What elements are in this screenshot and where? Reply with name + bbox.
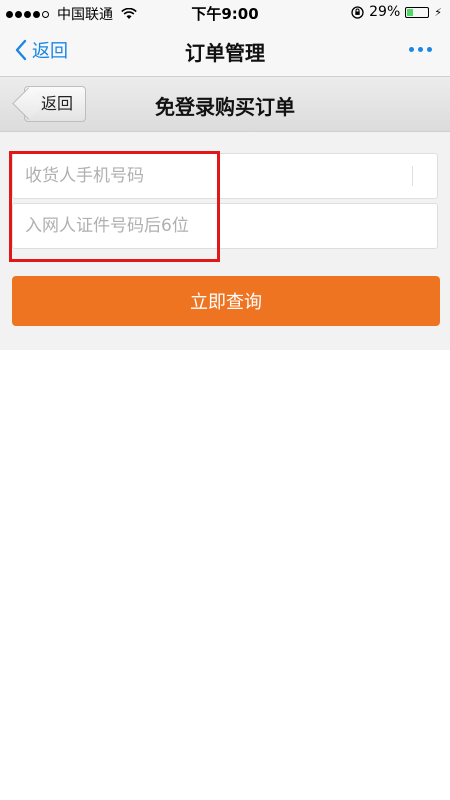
sub-back-label: 返回 bbox=[41, 94, 74, 113]
nav-bar: 返回 订单管理 bbox=[0, 24, 450, 77]
battery-icon bbox=[405, 6, 430, 18]
status-right: 29% ⚡ bbox=[351, 4, 442, 20]
battery-fill bbox=[407, 8, 414, 16]
more-dots-icon[interactable] bbox=[409, 47, 432, 52]
status-bar: 中国联通 下午9:00 29% ⚡ bbox=[0, 0, 450, 24]
sub-header: 返回 免登录购买订单 bbox=[0, 77, 450, 132]
query-button[interactable]: 立即查询 bbox=[12, 276, 440, 326]
battery-percent: 29% bbox=[369, 4, 401, 20]
page-title: 订单管理 bbox=[185, 41, 265, 65]
id-field-container bbox=[12, 203, 438, 249]
more-dot bbox=[418, 47, 423, 52]
charging-icon: ⚡ bbox=[434, 5, 442, 19]
rotation-lock-icon bbox=[351, 5, 364, 19]
more-dot bbox=[427, 47, 432, 52]
phone-field-container bbox=[12, 153, 438, 199]
phone-input[interactable] bbox=[13, 154, 437, 198]
field-divider bbox=[412, 166, 413, 186]
id-input[interactable] bbox=[13, 204, 437, 248]
more-dot bbox=[409, 47, 414, 52]
